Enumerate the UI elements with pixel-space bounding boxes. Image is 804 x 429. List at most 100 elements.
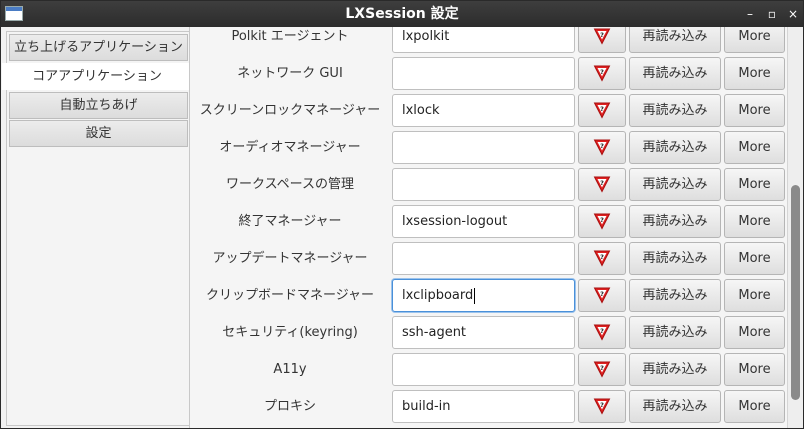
help-question-icon: ?: [593, 139, 611, 156]
tab-settings[interactable]: 設定: [9, 120, 188, 147]
core-app-reload-button[interactable]: 再読み込み: [629, 131, 721, 164]
tab-autostart-applications[interactable]: 立ち上げるアプリケーション: [9, 34, 188, 61]
core-app-label: プロキシ: [263, 399, 316, 414]
help-question-icon: ?: [593, 102, 611, 119]
core-app-reload-button[interactable]: 再読み込み: [629, 279, 721, 312]
sidebar-tabs: 立ち上げるアプリケーション コアアプリケーション 自動立ちあげ 設定: [2, 31, 192, 426]
vertical-scrollbar[interactable]: [787, 27, 803, 428]
core-app-reload-button[interactable]: 再読み込み: [629, 390, 721, 423]
core-app-label: セキュリティ(keyring): [222, 325, 358, 340]
core-app-help-button[interactable]: ?: [578, 57, 626, 90]
core-app-command-value: lxlock: [402, 103, 440, 118]
core-app-more-button[interactable]: More: [724, 390, 785, 423]
core-app-label: クリップボードマネージャー: [205, 288, 375, 303]
core-app-label: A11y: [273, 362, 307, 377]
core-app-label: 終了マネージャー: [238, 214, 342, 229]
core-app-label: オーディオマネージャー: [219, 140, 361, 155]
core-app-reload-button[interactable]: 再読み込み: [629, 168, 721, 201]
core-app-row: スクリーンロックマネージャー lxlock? 再読み込み More: [190, 92, 787, 129]
core-app-more-button[interactable]: More: [724, 168, 785, 201]
core-app-reload-button[interactable]: 再読み込み: [629, 57, 721, 90]
core-app-row: Polkit エージェント lxpolkit? 再読み込み More: [190, 27, 787, 55]
close-button[interactable]: ×: [784, 5, 802, 23]
core-app-command-input[interactable]: build-in: [392, 390, 575, 423]
scrollbar-thumb[interactable]: [791, 185, 800, 400]
core-app-help-button[interactable]: ?: [578, 242, 626, 275]
core-app-help-button[interactable]: ?: [578, 353, 626, 386]
core-app-reload-button[interactable]: 再読み込み: [629, 94, 721, 127]
help-question-icon: ?: [593, 398, 611, 415]
svg-text:?: ?: [600, 327, 604, 335]
core-app-label: ネットワーク GUI: [237, 66, 343, 81]
help-question-icon: ?: [593, 361, 611, 378]
core-app-command-input[interactable]: lxpolkit: [392, 27, 575, 53]
core-app-more-button[interactable]: More: [724, 353, 785, 386]
tab-core-applications[interactable]: コアアプリケーション: [2, 63, 192, 90]
svg-text:?: ?: [600, 253, 604, 261]
core-app-command-input[interactable]: lxlock: [392, 94, 575, 127]
lxsession-settings-window: LXSession 設定 – ▫ × 立ち上げるアプリケーション コアアプリケー…: [0, 0, 804, 429]
core-app-help-button[interactable]: ?: [578, 390, 626, 423]
tab-autostart[interactable]: 自動立ちあげ: [9, 92, 188, 119]
core-app-help-button[interactable]: ?: [578, 279, 626, 312]
help-question-icon: ?: [593, 213, 611, 230]
core-app-more-button[interactable]: More: [724, 131, 785, 164]
help-question-icon: ?: [593, 176, 611, 193]
core-app-row: オーディオマネージャー? 再読み込み More: [190, 129, 787, 166]
svg-text:?: ?: [600, 401, 604, 409]
core-app-command-input[interactable]: lxclipboard: [392, 279, 575, 312]
svg-text:?: ?: [600, 68, 604, 76]
core-app-help-button[interactable]: ?: [578, 316, 626, 349]
core-app-reload-button[interactable]: 再読み込み: [629, 353, 721, 386]
help-question-icon: ?: [593, 250, 611, 267]
core-app-command-input[interactable]: [392, 131, 575, 164]
core-app-row: 終了マネージャー lxsession-logout? 再読み込み More: [190, 203, 787, 240]
core-app-command-value: lxclipboard: [402, 288, 474, 303]
svg-text:?: ?: [600, 290, 604, 298]
core-app-reload-button[interactable]: 再読み込み: [629, 316, 721, 349]
core-app-reload-button[interactable]: 再読み込み: [629, 242, 721, 275]
core-app-command-input[interactable]: [392, 168, 575, 201]
minimize-button[interactable]: –: [741, 5, 759, 23]
core-app-help-button[interactable]: ?: [578, 205, 626, 238]
core-app-row: A11y? 再読み込み More: [190, 351, 787, 388]
svg-text:?: ?: [600, 179, 604, 187]
core-app-more-button[interactable]: More: [724, 205, 785, 238]
help-question-icon: ?: [593, 65, 611, 82]
text-cursor: [474, 287, 476, 304]
core-app-label: アップデートマネージャー: [212, 251, 368, 266]
window-title: LXSession 設定: [345, 6, 459, 22]
core-app-command-input[interactable]: [392, 57, 575, 90]
core-app-help-button[interactable]: ?: [578, 131, 626, 164]
core-app-command-input[interactable]: [392, 242, 575, 275]
core-app-reload-button[interactable]: 再読み込み: [629, 27, 721, 53]
core-app-label: Polkit エージェント: [231, 29, 349, 44]
core-app-more-button[interactable]: More: [724, 57, 785, 90]
core-applications-panel: Polkit エージェント lxpolkit? 再読み込み More ネットワーク GU…: [189, 27, 787, 428]
core-app-reload-button[interactable]: 再読み込み: [629, 205, 721, 238]
core-app-command-input[interactable]: [392, 353, 575, 386]
help-question-icon: ?: [593, 324, 611, 341]
svg-text:?: ?: [600, 142, 604, 150]
help-question-icon: ?: [593, 28, 611, 45]
core-app-help-button[interactable]: ?: [578, 94, 626, 127]
core-app-command-input[interactable]: lxsession-logout: [392, 205, 575, 238]
core-app-row: ワークスペースの管理? 再読み込み More: [190, 166, 787, 203]
core-app-help-button[interactable]: ?: [578, 27, 626, 53]
core-app-label: ワークスペースの管理: [225, 177, 355, 192]
core-app-help-button[interactable]: ?: [578, 168, 626, 201]
core-app-more-button[interactable]: More: [724, 316, 785, 349]
core-app-more-button[interactable]: More: [724, 242, 785, 275]
core-app-command-value: lxsession-logout: [402, 214, 508, 229]
core-app-command-value: lxpolkit: [402, 29, 450, 44]
svg-text:?: ?: [600, 216, 604, 224]
title-bar[interactable]: LXSession 設定 – ▫ ×: [1, 1, 803, 27]
core-app-more-button[interactable]: More: [724, 279, 785, 312]
core-app-row: ネットワーク GUI? 再読み込み More: [190, 55, 787, 92]
maximize-button[interactable]: ▫: [763, 5, 781, 23]
core-app-more-button[interactable]: More: [724, 27, 785, 53]
svg-text:?: ?: [600, 364, 604, 372]
core-app-row: セキュリティ(keyring) ssh-agent? 再読み込み More: [190, 314, 787, 351]
core-app-command-input[interactable]: ssh-agent: [392, 316, 575, 349]
core-app-more-button[interactable]: More: [724, 94, 785, 127]
